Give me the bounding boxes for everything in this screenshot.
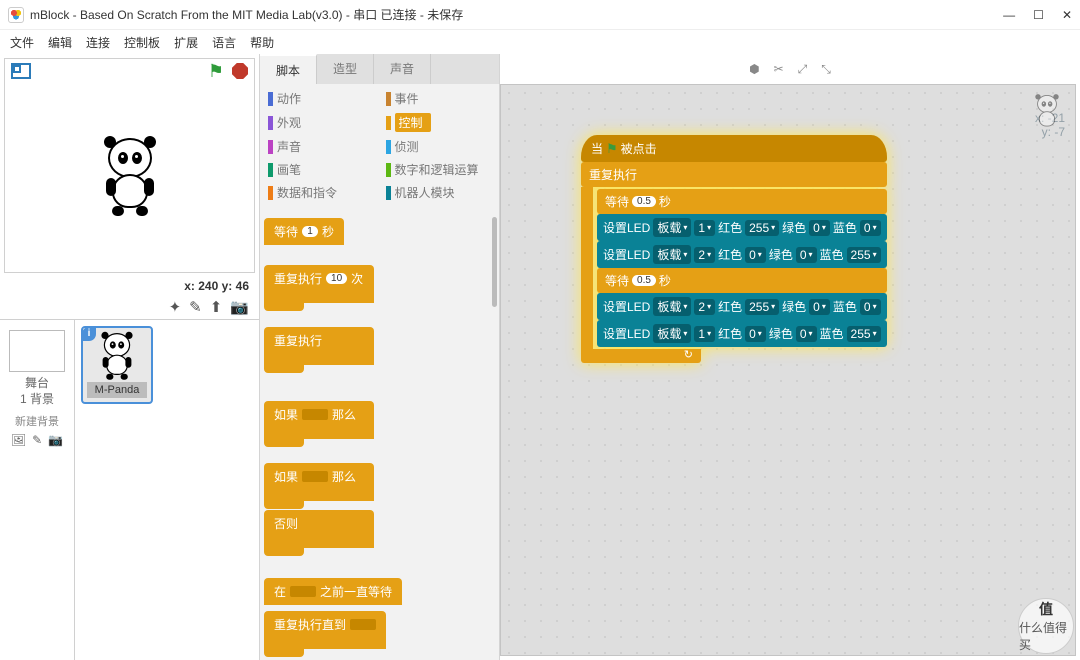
menu-language[interactable]: 语言 [212,34,236,51]
sprite-item-panda[interactable]: i M-Panda [81,326,153,404]
menu-edit[interactable]: 编辑 [48,34,72,51]
block-wait[interactable]: 等待1秒 [264,218,344,245]
block-when-flag[interactable]: 当⚑被点击 [581,135,887,162]
script-stack[interactable]: 当⚑被点击 重复执行 等待0.5秒 设置LED板载1红色255绿色0蓝色0 设置… [581,135,887,363]
menubar: 文件 编辑 连接 控制板 扩展 语言 帮助 [0,30,1080,54]
tab-sounds[interactable]: 声音 [374,54,431,84]
block-repeat-until[interactable]: 重复执行直到 [264,611,386,649]
block-palette: 等待1秒 重复执行10次 重复执行 如果那么 如果那么 否则 在之前一直等待 重… [260,207,499,660]
block-led-1[interactable]: 设置LED板载1红色255绿色0蓝色0 [597,214,887,241]
tab-costumes[interactable]: 造型 [317,54,374,84]
new-sprite-upload-icon[interactable]: ⬆ [210,298,223,316]
green-flag-icon[interactable]: ⚑ [208,61,224,82]
stage-selector[interactable]: 舞台1 背景 新建背景 🖼 ✎ 📷 [0,320,75,660]
sprite-panda[interactable] [100,138,160,218]
maximize-button[interactable]: ☐ [1033,8,1044,22]
tool-cut-icon[interactable]: ✂ [774,62,784,76]
block-if-else[interactable]: 如果那么 [264,463,374,501]
script-canvas[interactable]: x: -21 y: -7 当⚑被点击 重复执行 等待0.5秒 设置LED板载1红… [500,84,1076,656]
stage-thumbnail[interactable] [9,330,65,372]
canvas-sprite-info: x: -21 y: -7 [1029,93,1065,139]
cat-motion[interactable]: 动作 [268,88,374,109]
cat-pen[interactable]: 画笔 [268,159,374,180]
minimize-button[interactable]: — [1003,8,1015,22]
stage-coords: x: 240 y: 46 [0,277,259,295]
stop-icon[interactable] [232,63,248,79]
cat-sensing[interactable]: 侦测 [386,136,492,157]
titlebar: mBlock - Based On Scratch From the MIT M… [0,0,1080,30]
menu-extensions[interactable]: 扩展 [174,34,198,51]
close-button[interactable]: ✕ [1062,8,1072,22]
block-led-4[interactable]: 设置LED板载1红色0绿色0蓝色255 [597,320,887,347]
block-wait-2[interactable]: 等待0.5秒 [597,268,887,293]
block-forever-used[interactable]: 重复执行 [581,162,887,187]
fullscreen-icon[interactable] [11,63,31,79]
cat-control[interactable]: 控制 [386,111,492,134]
backdrop-camera-icon[interactable]: 📷 [48,433,63,447]
block-wait-1[interactable]: 等待0.5秒 [597,189,887,214]
menu-file[interactable]: 文件 [10,34,34,51]
menu-connect[interactable]: 连接 [86,34,110,51]
tool-grow-icon[interactable]: ⤢ [798,62,808,77]
app-icon [8,7,24,23]
window-title: mBlock - Based On Scratch From the MIT M… [30,6,1003,23]
cat-operators[interactable]: 数字和逻辑运算 [386,159,492,180]
cat-sound[interactable]: 声音 [268,136,374,157]
block-if[interactable]: 如果那么 [264,401,374,439]
stage: ⚑ [4,58,255,273]
block-led-3[interactable]: 设置LED板载2红色255绿色0蓝色0 [597,293,887,320]
block-led-2[interactable]: 设置LED板载2红色0绿色0蓝色255 [597,241,887,268]
block-forever[interactable]: 重复执行 [264,327,374,365]
tab-scripts[interactable]: 脚本 [260,54,317,84]
menu-board[interactable]: 控制板 [124,34,160,51]
block-repeat[interactable]: 重复执行10次 [264,265,374,303]
block-wait-until[interactable]: 在之前一直等待 [264,578,402,605]
tool-shrink-icon[interactable]: ⤡ [821,62,831,77]
cat-robots[interactable]: 机器人模块 [386,182,492,203]
new-backdrop-label: 新建背景 [6,413,68,429]
sprite-name: M-Panda [87,382,147,398]
new-sprite-camera-icon[interactable]: 📷 [230,298,249,316]
new-sprite-lib-icon[interactable]: ✦ [169,298,182,316]
cat-data[interactable]: 数据和指令 [268,182,374,203]
menu-help[interactable]: 帮助 [250,34,274,51]
new-sprite-paint-icon[interactable]: ✎ [189,298,202,316]
tool-stamp-icon[interactable]: ⬢ [749,62,759,76]
backdrop-lib-icon[interactable]: 🖼 [11,433,26,447]
sprite-info-icon[interactable]: i [82,327,96,341]
block-else[interactable]: 否则 [264,510,374,548]
watermark: 值 什么值得买 [1018,598,1074,654]
cat-looks[interactable]: 外观 [268,111,374,134]
cat-events[interactable]: 事件 [386,88,492,109]
backdrop-paint-icon[interactable]: ✎ [32,433,42,447]
loop-end[interactable] [581,349,701,363]
